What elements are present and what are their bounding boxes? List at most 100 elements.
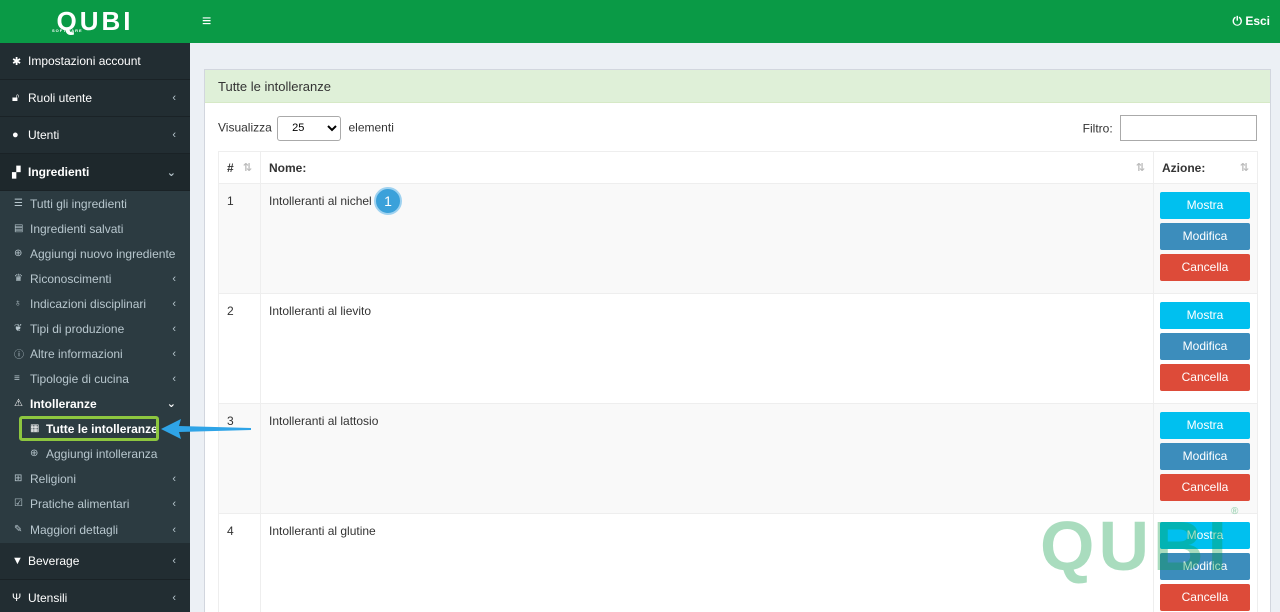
plus-circle-icon: ⊕ [14,248,23,259]
info-icon: ⓘ [14,350,24,361]
highlight-box [19,416,159,441]
unlock-icon: 🔓︎ [12,91,20,104]
sort-icon: ⇅ [1135,162,1145,174]
chevron-left-icon: ‹ [172,592,176,604]
chevron-left-icon: ‹ [172,322,176,335]
wrench-icon: ✎ [14,524,23,535]
subsub-aggiungi-intolleranza[interactable]: ⊕ Aggiungi intolleranza [0,441,190,466]
filter-label: Filtro: [1082,121,1113,136]
column-header-num[interactable]: # ⇅ [218,151,261,184]
check-square-icon: ☑ [14,498,23,509]
header-label: Azione: [1162,160,1206,175]
sub-aggiungi-ingrediente[interactable]: ⊕ Aggiungi nuovo ingrediente [0,241,190,266]
menu-label: Impostazioni account [28,54,141,68]
sub-altre-informazioni[interactable]: ⓘ Altre informazioni ‹ [0,341,190,366]
user-icon: ● [12,129,19,141]
sub-tutti-ingredienti[interactable]: ☰ Tutti gli ingredienti [0,191,190,216]
filter-input[interactable] [1120,115,1257,141]
delete-button[interactable]: Cancella [1160,474,1250,501]
list-icon: ☰ [14,198,23,209]
menu-ruoli-utente[interactable]: 🔓︎ Ruoli utente ‹ [0,80,190,117]
logo-subtitle: SOFTWARE [52,28,83,33]
plus-circle-icon: ⊕ [30,448,39,459]
sub-indicazioni-disciplinari[interactable]: ♁ Indicazioni disciplinari ‹ [0,291,190,316]
chevron-down-icon: ⌄ [166,166,176,179]
elements-label: elementi [348,120,394,134]
cell-name: Intolleranti al glutine [260,513,1154,612]
sub-label: Tutti gli ingredienti [30,196,127,211]
chevron-left-icon: ‹ [172,372,176,385]
column-header-name[interactable]: Nome: ⇅ [260,151,1154,184]
chevron-left-icon: ‹ [172,555,176,567]
chevron-left-icon: ‹ [172,272,176,285]
watermark-text: QUBI [1040,507,1231,585]
menu-utensili[interactable]: Ψ Utensili ‹ [0,580,190,612]
sub-ingredienti-salvati[interactable]: ▤ Ingredienti salvati [0,216,190,241]
cell-name: Intolleranti al lattosio [260,403,1154,514]
sub-riconoscimenti[interactable]: ♛ Riconoscimenti ‹ [0,266,190,291]
sub-label: Religioni [30,471,77,486]
sub-label: Riconoscimenti [30,271,112,286]
archive-icon: ▤ [14,223,24,234]
sub-pratiche-alimentari[interactable]: ☑ Pratiche alimentari ‹ [0,491,190,516]
chevron-left-icon: ‹ [172,347,176,360]
sort-asc-icon: ⇅ [242,162,252,174]
menu-ingredienti[interactable]: ▞ Ingredienti ⌄ [0,154,190,191]
show-button[interactable]: Mostra [1160,302,1250,329]
table-row: 2 Intolleranti al lievito Mostra Modific… [218,293,1258,404]
edit-button[interactable]: Modifica [1160,333,1250,360]
sub-label: Altre informazioni [30,346,123,361]
menu-beverage[interactable]: ▼ Beverage ‹ [0,543,190,580]
table-row: 3 Intolleranti al lattosio Mostra Modifi… [218,403,1258,514]
gear-icon: ✱ [12,55,22,68]
warning-icon: ⚠ [14,398,23,409]
sub-tipi-produzione[interactable]: ❦ Tipi di produzione ‹ [0,316,190,341]
sub-label: Tipologie di cucina [30,371,129,386]
chevron-left-icon: ‹ [172,472,176,485]
show-button[interactable]: Mostra [1160,192,1250,219]
registered-mark: ® [1231,506,1243,517]
chevron-down-icon: ⌄ [166,398,176,410]
cell-num: 4 [218,513,261,612]
delete-button[interactable]: Cancella [1160,584,1250,611]
sitemap-icon: ▞ [12,166,21,179]
edit-button[interactable]: Modifica [1160,223,1250,250]
menu-utenti[interactable]: ● Utenti ‹ [0,117,190,154]
cutlery-icon: Ψ [12,592,22,604]
menu-impostazioni-account[interactable]: ✱ Impostazioni account [0,43,190,80]
filter-control: Filtro: [1083,115,1257,141]
sidebar: QUBI SOFTWARE ✱ Impostazioni account 🔓︎ … [0,0,190,612]
cell-num: 1 [218,183,261,294]
menu-label: Beverage [28,554,80,568]
sub-intolleranze[interactable]: ⚠ Intolleranze ⌄ [0,391,190,416]
show-button[interactable]: Mostra [1160,412,1250,439]
sub-maggiori-dettagli[interactable]: ✎ Maggiori dettagli ‹ [0,516,190,543]
glass-icon: ▼ [12,555,23,567]
delete-button[interactable]: Cancella [1160,364,1250,391]
chevron-left-icon: ‹ [172,297,176,310]
pointer-arrow-icon [161,419,251,439]
table-controls: Visualizza 25 elementi Filtro: [205,103,1270,153]
sub-label: Tipi di produzione [30,321,125,336]
sub-label: Intolleranze [30,396,97,411]
menu-label: Utensili [28,591,68,605]
logo[interactable]: QUBI SOFTWARE [0,0,190,43]
lightbulb-icon: ♁ [14,298,22,309]
power-icon: ⏻ [1232,14,1242,28]
top-navbar: ≡ ⏻ Esci [190,0,1280,43]
column-header-actions[interactable]: Azione: ⇅ [1153,151,1258,184]
table-header-row: # ⇅ Nome: ⇅ Azione: ⇅ [218,151,1258,184]
logout-button[interactable]: ⏻ Esci [1232,14,1270,29]
show-label: Visualizza [218,120,272,134]
sub-tipologie-cucina[interactable]: ≡ Tipologie di cucina ‹ [0,366,190,391]
sub-religioni[interactable]: ⊞ Religioni ‹ [0,466,190,491]
edit-button[interactable]: Modifica [1160,443,1250,470]
hamburger-menu-icon[interactable]: ≡ [202,13,211,31]
delete-button[interactable]: Cancella [1160,254,1250,281]
header-label: # [227,160,234,175]
chevron-left-icon: ‹ [172,129,176,141]
sub-label: Pratiche alimentari [30,496,130,511]
step-badge: 1 [374,187,402,215]
page-size-select[interactable]: 25 [277,115,342,141]
page-size-control: Visualizza 25 elementi [218,115,394,141]
